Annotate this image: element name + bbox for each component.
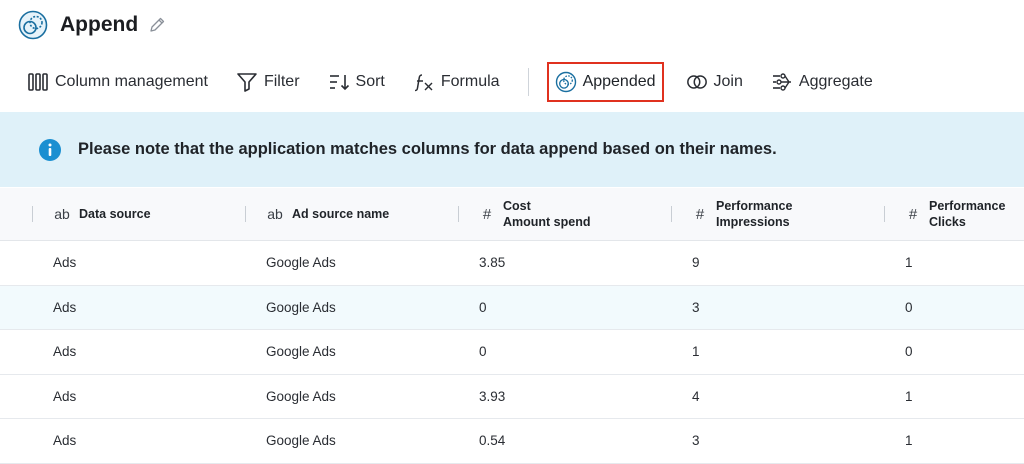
- column-divider: [671, 206, 672, 222]
- aggregate-label: Aggregate: [798, 73, 873, 90]
- table-header-row: ab Data source ab Ad source name # Cost …: [0, 188, 1024, 241]
- formula-label: Formula: [440, 73, 500, 90]
- filter-label: Filter: [263, 73, 300, 90]
- filter-button[interactable]: Filter: [236, 62, 300, 102]
- cell-clicks: 0: [905, 299, 913, 315]
- append-circles-icon: [555, 71, 577, 93]
- column-header-impressions[interactable]: # Performance Impressions: [671, 188, 884, 241]
- sort-icon: [328, 71, 350, 93]
- cell-ad-source-name: Google Ads: [266, 299, 336, 315]
- number-type-icon: #: [482, 205, 492, 223]
- page-title: Append: [60, 13, 139, 36]
- column-header-label: Performance Impressions: [716, 199, 793, 229]
- column-divider: [32, 206, 33, 222]
- formula-button[interactable]: Formula: [413, 62, 500, 102]
- formula-icon: [413, 71, 435, 93]
- column-header-label: Cost Amount spend: [503, 199, 591, 229]
- table-row: Ads Google Ads 3.93 4 1: [0, 374, 1024, 419]
- column-divider: [245, 206, 246, 222]
- data-table: ab Data source ab Ad source name # Cost …: [0, 188, 1024, 464]
- table-row: Ads Google Ads 0.54 3 1: [0, 419, 1024, 463]
- join-label: Join: [713, 73, 743, 90]
- cell-data-source: Ads: [53, 433, 77, 449]
- join-button[interactable]: Join: [686, 62, 743, 102]
- pencil-icon[interactable]: [148, 16, 166, 34]
- filter-icon: [236, 71, 258, 93]
- column-divider: [458, 206, 459, 222]
- text-type-icon: ab: [54, 206, 70, 222]
- cell-cost: 3.93: [479, 388, 506, 404]
- info-icon: [38, 138, 62, 162]
- cell-data-source: Ads: [53, 255, 77, 271]
- cell-clicks: 1: [905, 255, 913, 271]
- column-header-ad-source-name[interactable]: ab Ad source name: [245, 188, 458, 241]
- cell-cost: 0: [479, 344, 487, 360]
- number-type-icon: #: [908, 205, 918, 223]
- cell-ad-source-name: Google Ads: [266, 255, 336, 271]
- column-header-label: Data source: [79, 207, 151, 221]
- cell-cost: 0: [479, 299, 487, 315]
- cell-data-source: Ads: [53, 388, 77, 404]
- info-message: Please note that the application matches…: [78, 140, 777, 158]
- column-header-cost[interactable]: # Cost Amount spend: [458, 188, 671, 241]
- cell-data-source: Ads: [53, 344, 77, 360]
- column-management-button[interactable]: Column management: [27, 62, 208, 102]
- column-header-clicks[interactable]: # Performance Clicks: [884, 188, 1024, 241]
- columns-icon: [27, 71, 49, 93]
- header: Append: [18, 8, 166, 42]
- aggregate-button[interactable]: Aggregate: [771, 62, 873, 102]
- table-row: Ads Google Ads 0 1 0: [0, 330, 1024, 374]
- toolbar-divider: [527, 68, 529, 96]
- cell-cost: 3.85: [479, 255, 506, 271]
- cell-impressions: 4: [692, 388, 700, 404]
- column-header-label: Ad source name: [292, 207, 390, 221]
- sort-label: Sort: [355, 73, 385, 90]
- column-management-label: Column management: [55, 73, 208, 90]
- info-banner: Please note that the application matches…: [0, 112, 1024, 187]
- cell-ad-source-name: Google Ads: [266, 433, 336, 449]
- column-divider: [884, 206, 885, 222]
- cell-ad-source-name: Google Ads: [266, 388, 336, 404]
- table-row: Ads Google Ads 3.85 9 1: [0, 241, 1024, 285]
- cell-clicks: 1: [905, 433, 913, 449]
- join-icon: [686, 71, 708, 93]
- append-circles-icon: [18, 10, 48, 40]
- sort-button[interactable]: Sort: [328, 62, 385, 102]
- number-type-icon: #: [695, 205, 705, 223]
- cell-ad-source-name: Google Ads: [266, 344, 336, 360]
- table-row: Ads Google Ads 0 3 0: [0, 285, 1024, 330]
- cell-clicks: 1: [905, 388, 913, 404]
- appended-button[interactable]: Appended: [546, 62, 664, 102]
- column-header-label: Performance Clicks: [929, 199, 1006, 229]
- cell-impressions: 1: [692, 344, 700, 360]
- cell-impressions: 3: [692, 433, 700, 449]
- cell-impressions: 9: [692, 255, 700, 271]
- cell-impressions: 3: [692, 299, 700, 315]
- column-header-data-source[interactable]: ab Data source: [32, 188, 245, 241]
- cell-cost: 0.54: [479, 433, 506, 449]
- text-type-icon: ab: [267, 206, 283, 222]
- aggregate-icon: [771, 71, 793, 93]
- cell-data-source: Ads: [53, 299, 77, 315]
- toolbar: Column management Filter Sort Formula Ap…: [27, 62, 901, 102]
- appended-label: Appended: [582, 73, 656, 90]
- cell-clicks: 0: [905, 344, 913, 360]
